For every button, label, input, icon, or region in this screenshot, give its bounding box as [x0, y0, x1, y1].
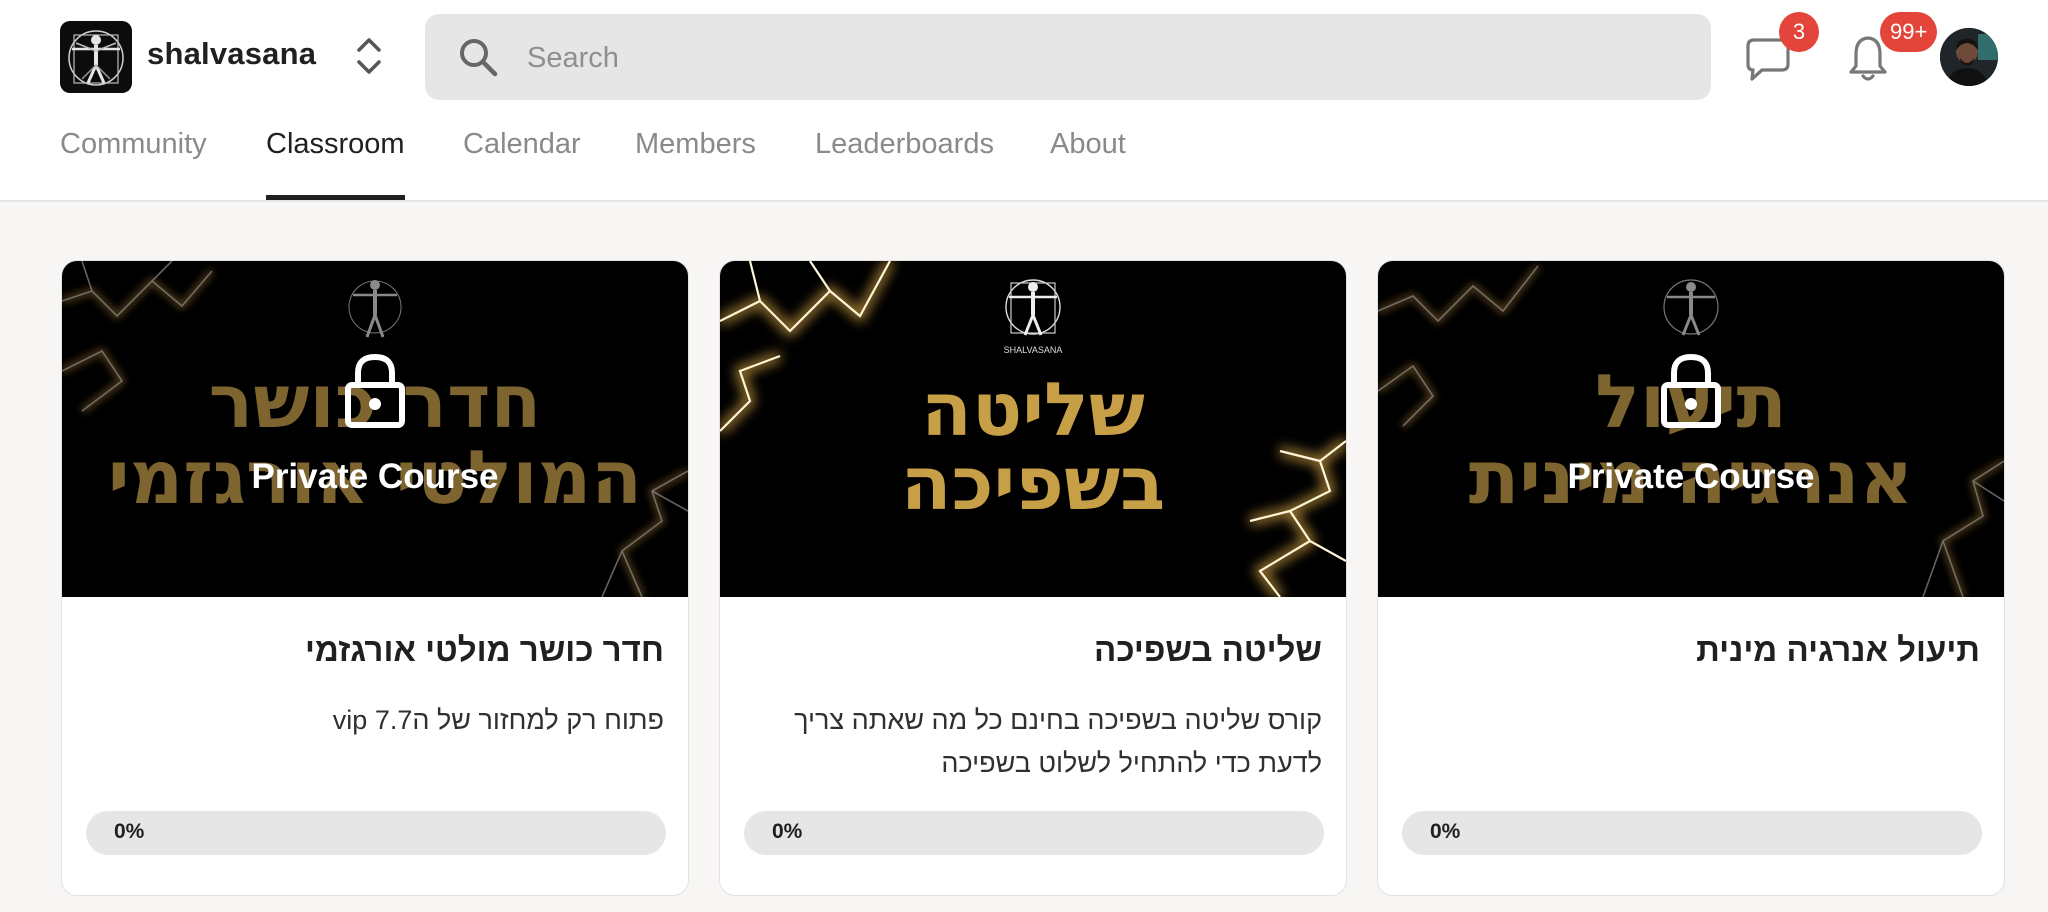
- progress-label: 0%: [1430, 820, 1461, 843]
- course-progress-bar: 0%: [86, 811, 666, 855]
- course-progress-bar: 0%: [744, 811, 1324, 855]
- banner-title-line1: שליטה: [921, 367, 1145, 453]
- course-title: שליטה בשפיכה: [1094, 631, 1322, 668]
- private-course-label: Private Course: [251, 457, 499, 496]
- top-header: shalvasana 3 99+: [0, 0, 2048, 202]
- group-name[interactable]: shalvasana: [147, 36, 316, 72]
- notifications-badge: 99+: [1880, 12, 1938, 52]
- progress-label: 0%: [114, 820, 145, 843]
- chevron-up-down-icon: [357, 38, 381, 74]
- user-avatar[interactable]: [1940, 28, 1998, 86]
- tab-calendar[interactable]: Calendar: [463, 128, 581, 200]
- progress-label: 0%: [772, 820, 803, 843]
- lock-icon: [345, 353, 405, 428]
- course-progress-bar: 0%: [1402, 811, 1982, 855]
- course-banner: חדר כושר המולטי אורגזמי Private Course: [62, 261, 688, 597]
- search-icon: [460, 39, 498, 77]
- vitruvian-man-icon: [68, 30, 124, 86]
- tab-community[interactable]: Community: [60, 128, 207, 200]
- avatar-image: [1940, 28, 1998, 86]
- course-card[interactable]: SHALVASANA שליטה בשפיכה שליטה בשפיכה קור…: [719, 260, 1347, 896]
- vitruvian-man-icon: SHALVASANA: [1004, 279, 1063, 355]
- lock-icon: [1661, 353, 1721, 428]
- course-banner: תיעול אנרגיה מינית Private Course: [1378, 261, 2004, 597]
- course-title: חדר כושר מולטי אורגזמי: [304, 631, 664, 668]
- tab-leaderboards[interactable]: Leaderboards: [815, 128, 994, 200]
- tab-about[interactable]: About: [1050, 128, 1126, 200]
- course-title: תיעול אנרגיה מינית: [1696, 631, 1980, 668]
- chat-unread-badge: 3: [1779, 12, 1819, 52]
- vitruvian-man-icon: [348, 280, 402, 338]
- banner-title-line2: בשפיכה: [900, 441, 1166, 527]
- course-description: קורס שליטה בשפיכה בחינם כל מה שאתה צריך …: [794, 705, 1322, 778]
- group-switcher-button[interactable]: [352, 34, 386, 78]
- private-course-label: Private Course: [1567, 457, 1815, 496]
- tab-members[interactable]: Members: [635, 128, 756, 200]
- course-card[interactable]: תיעול אנרגיה מינית Private Course תיעול …: [1377, 260, 2005, 896]
- search-input[interactable]: [525, 14, 1679, 102]
- vitruvian-man-icon: [1663, 279, 1719, 336]
- course-banner: SHALVASANA שליטה בשפיכה: [720, 261, 1346, 597]
- tab-classroom[interactable]: Classroom: [266, 128, 405, 200]
- search-bar[interactable]: [425, 14, 1711, 102]
- group-logo[interactable]: [60, 21, 132, 93]
- course-card[interactable]: חדר כושר המולטי אורגזמי Private Course ח…: [61, 260, 689, 896]
- svg-text:SHALVASANA: SHALVASANA: [1004, 345, 1063, 355]
- course-description: פתוח רק למחזור של ה7.7 vip: [332, 705, 664, 735]
